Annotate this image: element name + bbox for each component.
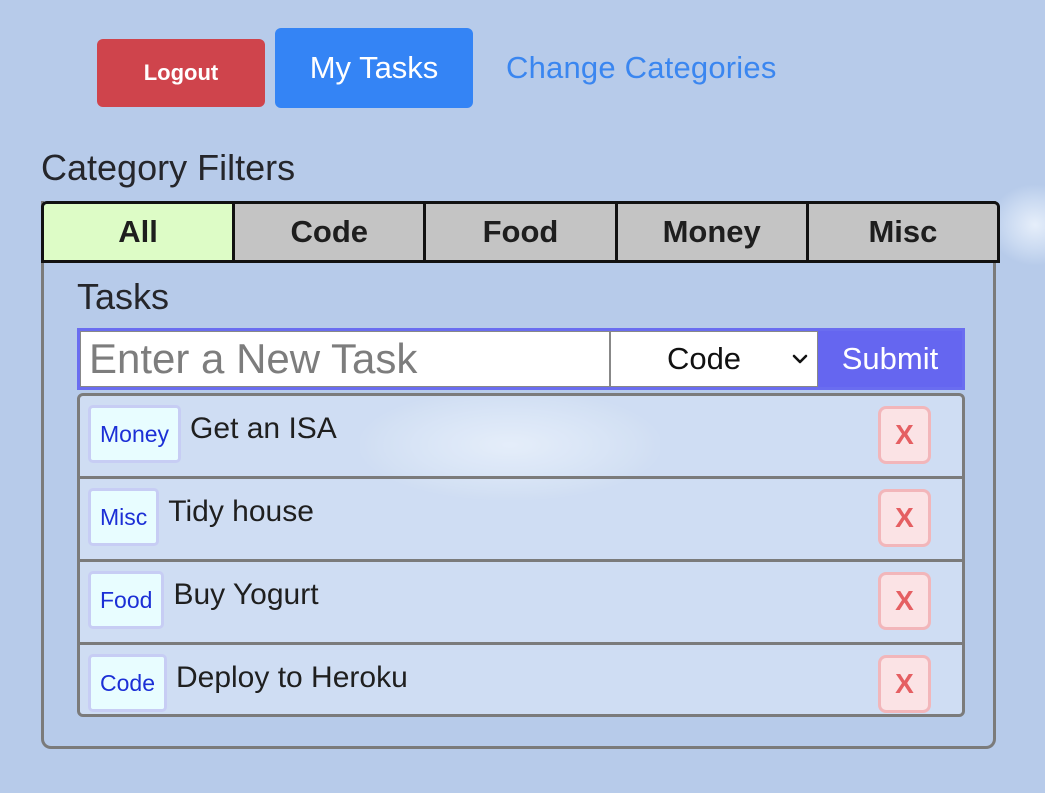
task-category-badge: Money	[88, 405, 182, 463]
new-task-form: Code Submit	[77, 328, 965, 390]
category-select-value: Code	[666, 341, 742, 376]
top-nav: Logout My Tasks Change Categories	[97, 28, 777, 108]
task-category-badge: Misc	[88, 488, 160, 546]
task-row: Money Get an ISA X	[80, 396, 962, 479]
new-task-input[interactable]	[80, 331, 610, 387]
task-category-badge: Food	[88, 571, 165, 629]
delete-task-button[interactable]: X	[878, 406, 931, 464]
delete-task-button[interactable]: X	[878, 655, 931, 713]
task-text: Tidy house	[168, 495, 314, 528]
tab-misc[interactable]: Misc	[805, 204, 997, 260]
submit-button[interactable]: Submit	[818, 331, 962, 387]
task-text: Buy Yogurt	[173, 578, 319, 611]
tab-money[interactable]: Money	[614, 204, 806, 260]
delete-task-button[interactable]: X	[878, 572, 931, 630]
category-select[interactable]: Code	[610, 331, 818, 387]
my-tasks-button[interactable]: My Tasks	[275, 28, 473, 108]
tab-code[interactable]: Code	[232, 204, 424, 260]
category-filters-heading: Category Filters	[41, 147, 296, 188]
logout-button[interactable]: Logout	[97, 39, 265, 107]
task-list: Money Get an ISA X Misc Tidy house X Foo…	[77, 393, 965, 717]
change-categories-link[interactable]: Change Categories	[506, 50, 777, 86]
task-row: Food Buy Yogurt X	[80, 562, 962, 645]
chevron-down-icon	[792, 354, 808, 364]
category-filter-tabs: All Code Food Money Misc	[41, 201, 1000, 263]
task-text: Get an ISA	[190, 412, 337, 445]
delete-task-button[interactable]: X	[878, 489, 931, 547]
tasks-heading: Tasks	[77, 276, 170, 317]
task-category-badge: Code	[88, 654, 167, 712]
task-row: Code Deploy to Heroku X	[80, 645, 962, 714]
tab-food[interactable]: Food	[423, 204, 615, 260]
task-text: Deploy to Heroku	[175, 661, 408, 694]
task-row: Misc Tidy house X	[80, 479, 962, 562]
tab-all[interactable]: All	[44, 204, 233, 260]
